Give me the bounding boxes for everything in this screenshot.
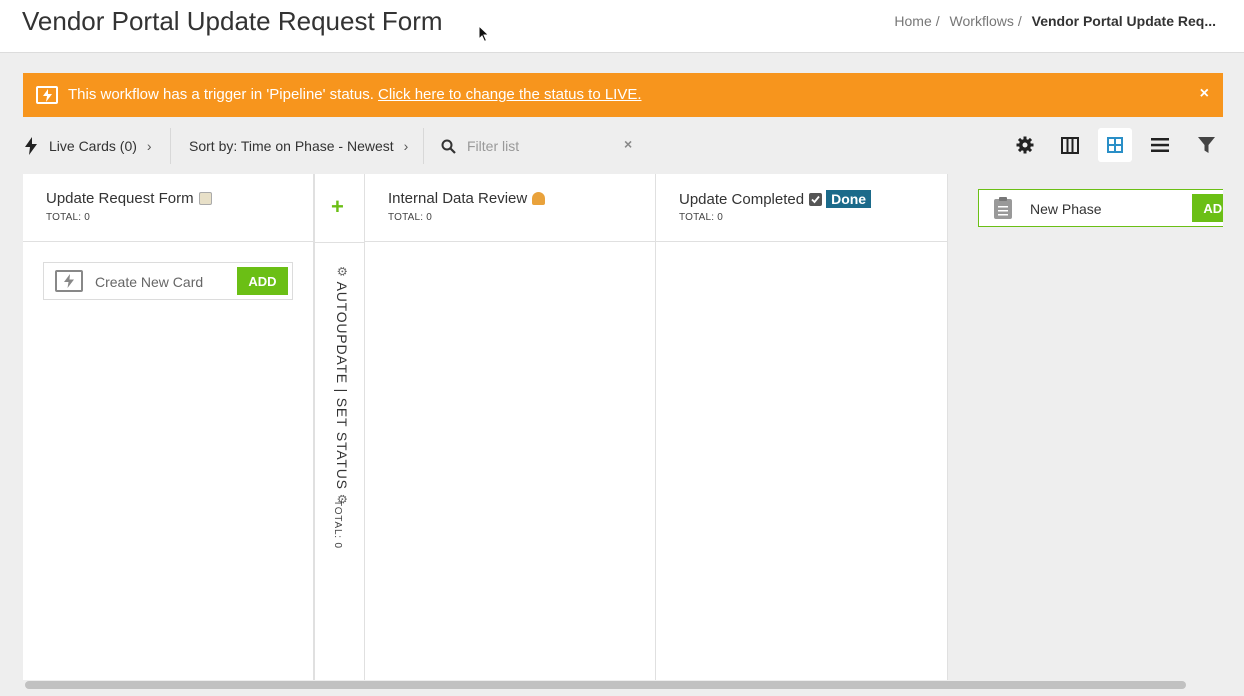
- horizontal-scrollbar[interactable]: [23, 680, 1223, 690]
- lightning-icon: [25, 137, 37, 155]
- grid-view-button[interactable]: [1098, 128, 1132, 162]
- new-phase-box[interactable]: New Phase ADD: [978, 189, 1223, 227]
- automation-label-text: AUTOUPDATE | SET STATUS: [334, 281, 350, 490]
- add-card-button[interactable]: ADD: [237, 267, 288, 295]
- board-toolbar: Live Cards (0) › Sort by: Time on Phase …: [23, 126, 1223, 166]
- filter-button[interactable]: [1189, 128, 1223, 162]
- close-icon[interactable]: ×: [1200, 85, 1209, 103]
- kanban-board: Update Request Form TOTAL: 0 Create New …: [23, 174, 1223, 680]
- check-box-icon: [809, 192, 823, 206]
- toolbar-divider: [423, 128, 424, 164]
- done-badge: Done: [826, 190, 872, 208]
- funnel-icon: [1197, 136, 1215, 153]
- chevron-right-icon: ›: [146, 138, 152, 154]
- mouse-cursor-icon: [478, 25, 490, 43]
- breadcrumb-home[interactable]: Home: [894, 13, 931, 29]
- notepad-icon: [198, 192, 212, 205]
- chevron-right-icon: ›: [403, 138, 409, 154]
- create-card-label: Create New Card: [95, 274, 204, 290]
- settings-button[interactable]: [1008, 128, 1042, 162]
- page-header: Vendor Portal Update Request Form Home / …: [0, 0, 1244, 53]
- list-view-button[interactable]: [1143, 128, 1177, 162]
- alert-text: This workflow has a trigger in 'Pipeline…: [68, 86, 374, 103]
- add-phase-plus-icon[interactable]: +: [331, 196, 344, 218]
- phase-title-text: Internal Data Review: [388, 190, 528, 207]
- phase-header: Update Completed Done TOTAL: 0: [656, 174, 947, 242]
- automation-label[interactable]: ⚙ AUTOUPDATE | SET STATUS ⚙: [334, 262, 350, 509]
- live-cards-button[interactable]: Live Cards (0) ›: [25, 126, 152, 166]
- grid-icon: [1107, 137, 1123, 153]
- search-icon: [441, 139, 456, 154]
- scrollbar-thumb[interactable]: [25, 681, 1186, 689]
- breadcrumb: Home / Workflows / Vendor Portal Update Re…: [894, 13, 1216, 29]
- phase-total: TOTAL: 0: [46, 212, 91, 223]
- live-cards-label: Live Cards (0): [49, 138, 137, 154]
- alert-message: This workflow has a trigger in 'Pipeline…: [68, 86, 642, 103]
- phase-header: Update Request Form TOTAL: 0: [23, 174, 313, 242]
- pipeline-alert: This workflow has a trigger in 'Pipeline…: [23, 73, 1223, 117]
- clipboard-icon: [994, 197, 1012, 219]
- breadcrumb-workflows[interactable]: Workflows: [950, 13, 1014, 29]
- sort-label: Sort by: Time on Phase - Newest: [189, 138, 394, 154]
- new-phase-label: New Phase: [1030, 201, 1102, 217]
- lightning-icon: [55, 270, 83, 292]
- lightning-icon: [36, 86, 58, 104]
- change-status-link[interactable]: Click here to change the status to LIVE.: [378, 86, 641, 103]
- phase-total: TOTAL: 0: [388, 212, 433, 223]
- phase-header: Internal Data Review TOTAL: 0: [365, 174, 655, 242]
- gear-icon: [1016, 136, 1034, 154]
- phase-column: Update Request Form TOTAL: 0 Create New …: [23, 174, 314, 680]
- phase-title-text: Update Request Form: [46, 190, 194, 207]
- person-with-laptop-icon: [532, 192, 546, 205]
- sort-button[interactable]: Sort by: Time on Phase - Newest ›: [189, 126, 408, 166]
- phase-title[interactable]: Update Completed Done: [679, 190, 872, 208]
- phase-total: TOTAL: 0: [679, 212, 724, 223]
- create-card-box[interactable]: Create New Card ADD: [43, 262, 293, 300]
- toolbar-divider: [170, 128, 171, 164]
- page-title: Vendor Portal Update Request Form: [22, 6, 443, 36]
- clear-filter-icon[interactable]: ×: [624, 136, 632, 152]
- phase-title[interactable]: Update Request Form: [46, 190, 212, 207]
- phase-column: Internal Data Review TOTAL: 0: [365, 174, 656, 680]
- phase-title-text: Update Completed: [679, 190, 805, 208]
- column-view-button[interactable]: [1053, 128, 1087, 162]
- add-phase-button[interactable]: ADD: [1192, 194, 1223, 222]
- columns-icon: [1061, 136, 1079, 154]
- filter-input[interactable]: [467, 134, 617, 158]
- phase-column: Update Completed Done TOTAL: 0: [656, 174, 948, 680]
- gear-icon: ⚙: [335, 266, 349, 278]
- divider: [315, 242, 364, 243]
- breadcrumb-current: Vendor Portal Update Req...: [1031, 13, 1216, 29]
- list-icon: [1151, 138, 1169, 152]
- automation-column: + ⚙ AUTOUPDATE | SET STATUS ⚙ TOTAL: 0: [314, 174, 365, 680]
- phase-title[interactable]: Internal Data Review: [388, 190, 546, 207]
- automation-total: TOTAL: 0: [332, 500, 343, 549]
